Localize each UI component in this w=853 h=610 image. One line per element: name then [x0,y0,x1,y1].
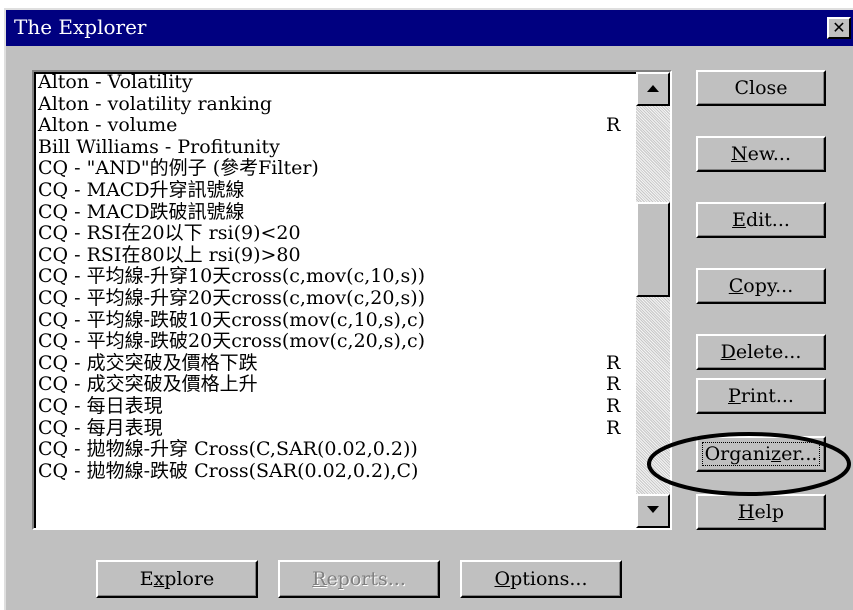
list-item-flag: R [606,114,621,137]
list-item-label: CQ - MACD跌破訊號線 [38,200,245,223]
close-button[interactable]: Close [696,70,826,106]
help-label: elp [754,501,785,523]
print-button[interactable]: Print... [696,378,826,414]
focus-ring [702,442,820,466]
edit-button[interactable]: Edit... [696,202,826,238]
list-item-label: CQ - 每月表現 [38,416,163,439]
options-mnemonic: O [494,568,511,590]
exploration-list[interactable]: Alton - Volatility Alton - volatility ran… [32,70,672,530]
list-item[interactable]: CQ - 拋物線-跌破 Cross(SAR(0.02,0.2),C) [38,459,638,483]
help-mnemonic: H [737,501,755,523]
explore-label-start: E [139,568,154,590]
list-item[interactable]: Alton - Volatility [38,72,638,94]
list-item[interactable]: CQ - RSI在80以上 rsi(9)>80 [38,243,638,267]
list-item-label: CQ - 平均線-升穿10天cross(c,mov(c,10,s)) [38,265,426,288]
delete-label: elete... [735,341,802,363]
list-item-label: CQ - 拋物線-跌破 Cross(SAR(0.02,0.2),C) [38,459,419,482]
list-item-label: CQ - 成交突破及價格上升 [38,373,258,396]
title-bar[interactable]: The Explorer ✕ [6,10,853,46]
list-item-label: Alton - volatility ranking [38,92,273,115]
copy-button[interactable]: Copy... [696,268,826,304]
reports-button[interactable]: Reports... [278,560,440,598]
list-item[interactable]: Bill Williams - Profitunity [38,135,638,159]
scroll-up-button[interactable] [636,72,670,106]
new-label: ew... [747,143,791,165]
reports-mnemonic: R [312,568,327,590]
options-button[interactable]: Options... [460,560,622,598]
list-item[interactable]: CQ - 平均線-升穿10天cross(c,mov(c,10,s)) [38,266,638,288]
list-item[interactable]: CQ - 平均線-升穿20天cross(c,mov(c,20,s)) [38,286,638,310]
print-label: rint... [740,385,794,407]
list-items: Alton - Volatility Alton - volatility ran… [38,72,638,482]
list-item-label: CQ - 平均線-升穿20天cross(c,mov(c,20,s)) [38,286,426,309]
explore-label-end: plore [164,568,215,590]
list-item-label: CQ - MACD升穿訊號線 [38,178,245,201]
vertical-scrollbar[interactable] [636,72,670,528]
list-item-flag: R [606,373,621,396]
list-item[interactable]: Alton - volume R [38,115,638,137]
list-item[interactable]: CQ - 拋物線-升穿 Cross(C,SAR(0.02,0.2)) [38,438,638,461]
print-mnemonic: P [728,385,741,407]
list-item-label: CQ - RSI在20以下 rsi(9)<20 [38,222,301,245]
list-item-label: CQ - 平均線-跌破10天cross(mov(c,10,s),c) [38,308,426,331]
list-item[interactable]: CQ - 每日表現 R [38,394,638,418]
list-item-flag: R [606,394,621,417]
triangle-down-icon [647,506,659,513]
triangle-up-icon [647,85,659,92]
copy-label: opy... [743,275,794,297]
close-button-label: Close [734,77,788,99]
organizer-button[interactable]: Organizer... [696,436,826,472]
close-window-icon[interactable]: ✕ [827,17,851,39]
explore-mnemonic: x [153,568,165,590]
edit-mnemonic: E [732,209,746,231]
list-item[interactable]: CQ - "AND"的例子 (參考Filter) [38,158,638,180]
list-item-label: CQ - RSI在80以上 rsi(9)>80 [38,243,301,266]
list-item-label: CQ - "AND"的例子 (參考Filter) [38,157,319,180]
delete-mnemonic: D [720,341,736,363]
list-item[interactable]: CQ - 平均線-跌破20天cross(mov(c,20,s),c) [38,331,638,353]
list-item-flag: R [606,416,621,439]
list-item-label: CQ - 每日表現 [38,394,163,417]
new-button[interactable]: New... [696,136,826,172]
window-title: The Explorer [14,15,147,39]
list-item[interactable]: Alton - volatility ranking [38,92,638,116]
list-item[interactable]: CQ - 成交突破及價格上升 R [38,374,638,396]
scroll-thumb[interactable] [636,202,670,297]
help-button[interactable]: Help [696,494,826,530]
list-item[interactable]: CQ - RSI在20以下 rsi(9)<20 [38,223,638,245]
list-item-flag: R [606,351,621,374]
list-item-label: CQ - 平均線-跌破20天cross(mov(c,20,s),c) [38,330,426,353]
list-item[interactable]: CQ - 每月表現 R [38,416,638,440]
new-mnemonic: N [731,143,748,165]
list-item[interactable]: CQ - MACD跌破訊號線 [38,200,638,224]
list-item-label: CQ - 拋物線-升穿 Cross(C,SAR(0.02,0.2)) [38,438,418,461]
list-item-label: Alton - volume [38,114,178,137]
reports-label: eports... [326,568,406,590]
list-item[interactable]: CQ - MACD升穿訊號線 [38,178,638,202]
scroll-down-button[interactable] [636,494,670,528]
list-item-label: CQ - 成交突破及價格下跌 [38,351,258,374]
edit-label: dit... [745,209,790,231]
explorer-dialog: The Explorer ✕ Alton - Volatility Alton -… [4,8,853,610]
delete-button[interactable]: Delete... [696,334,826,370]
list-item[interactable]: CQ - 平均線-跌破10天cross(mov(c,10,s),c) [38,308,638,332]
copy-mnemonic: C [728,275,744,297]
options-label: ptions... [510,568,588,590]
list-item-label: Bill Williams - Profitunity [38,135,280,158]
list-item-label: Alton - Volatility [38,71,193,93]
explore-button[interactable]: Explore [96,560,258,598]
list-item[interactable]: CQ - 成交突破及價格下跌 R [38,351,638,375]
